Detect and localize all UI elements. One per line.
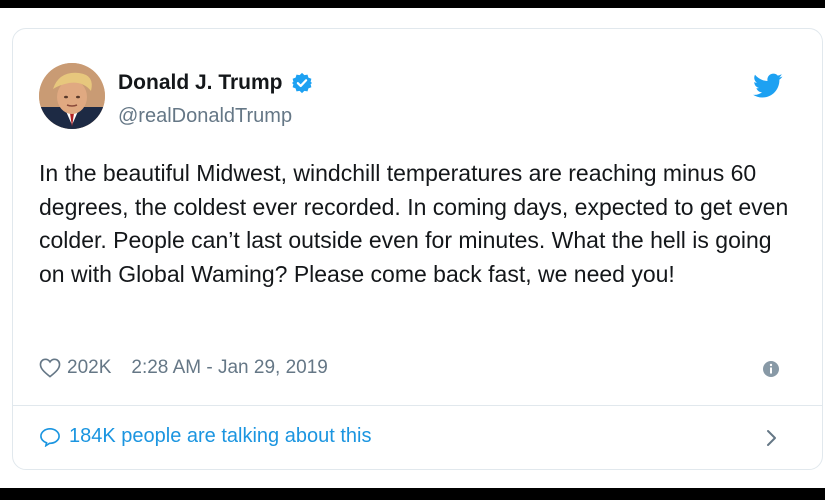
embedded-tweet-card: Donald J. Trump @realDonaldTrump In the … (12, 28, 823, 470)
chevron-right-icon[interactable] (765, 427, 779, 449)
author-handle[interactable]: @realDonaldTrump (118, 105, 292, 128)
verified-badge-icon (291, 72, 313, 94)
top-black-band (0, 0, 825, 8)
bottom-black-band (0, 488, 825, 500)
tweet-timestamp[interactable]: 2:28 AM - Jan 29, 2019 (131, 357, 327, 379)
tweet-text: In the beautiful Midwest, windchill temp… (39, 160, 789, 287)
info-icon[interactable] (761, 359, 781, 379)
like-count[interactable]: 202K (67, 357, 111, 379)
author-name[interactable]: Donald J. Trump (118, 71, 283, 95)
twitter-bird-icon[interactable] (753, 73, 783, 99)
conversation-link[interactable]: 184K people are talking about this (39, 425, 371, 448)
heart-icon[interactable] (39, 358, 61, 378)
speech-bubble-icon (39, 427, 61, 447)
talking-about-text[interactable]: 184K people are talking about this (69, 425, 371, 448)
avatar[interactable] (39, 63, 105, 129)
author-name-row[interactable]: Donald J. Trump (118, 71, 313, 95)
divider (13, 405, 822, 406)
tweet-meta-row: 202K 2:28 AM - Jan 29, 2019 (39, 357, 328, 379)
